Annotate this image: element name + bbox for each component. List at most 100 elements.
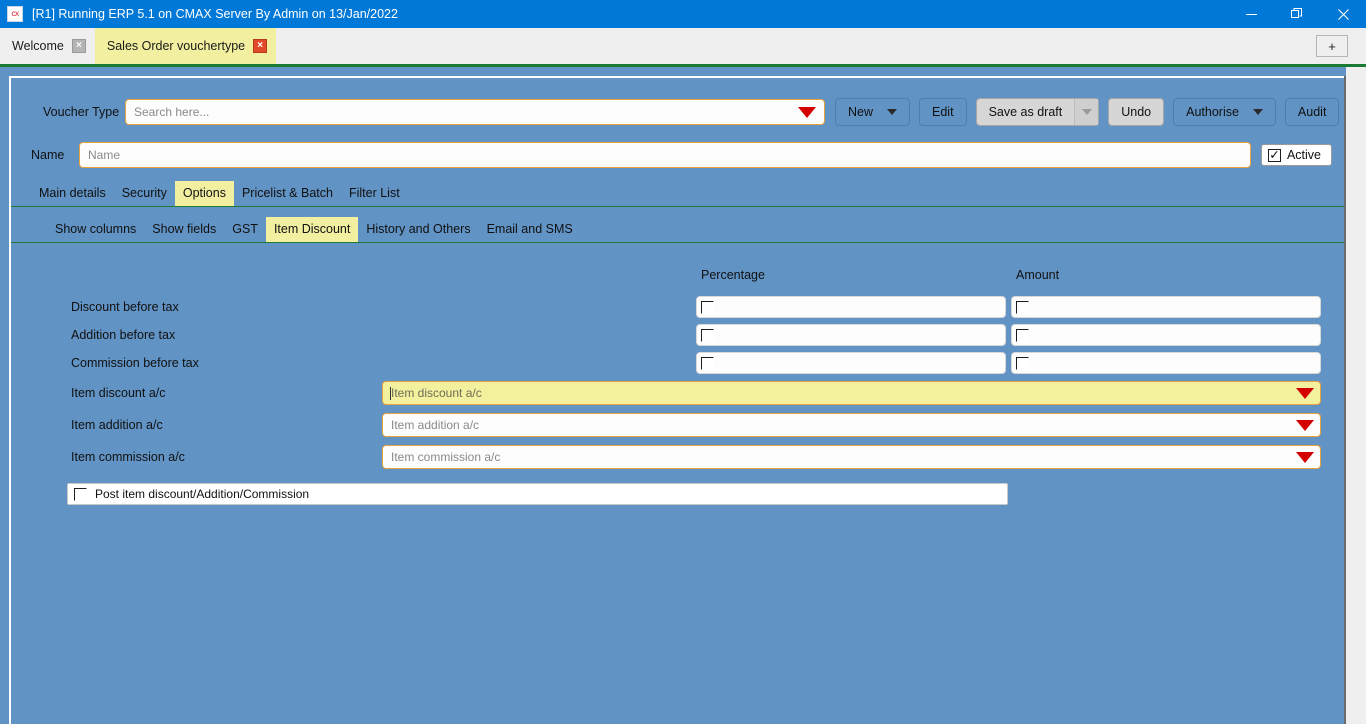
column-headers: Percentage Amount <box>51 265 1332 285</box>
item-discount-ac-row: Item discount a/c Item discount a/c <box>51 377 1332 409</box>
document-tab-welcome[interactable]: Welcome × <box>0 28 95 64</box>
item-commission-ac-row: Item commission a/c Item commission a/c <box>51 441 1332 473</box>
checkbox-icon[interactable] <box>701 356 714 370</box>
voucher-type-row: Voucher Type Search here... New Edit Sav… <box>11 97 1366 127</box>
add-tab-button[interactable]: + <box>1316 35 1348 57</box>
authorise-button[interactable]: Authorise <box>1173 98 1276 126</box>
chevron-down-icon[interactable] <box>1074 99 1099 125</box>
tab-options[interactable]: Options <box>174 181 234 206</box>
tab-pricelist-and-batch[interactable]: Pricelist & Batch <box>234 181 341 206</box>
active-checkbox[interactable]: ✓ Active <box>1260 144 1332 166</box>
tab-main-details[interactable]: Main details <box>31 181 114 206</box>
checkbox-icon[interactable] <box>1016 328 1029 342</box>
addition-before-tax-percentage-input[interactable] <box>696 324 1006 346</box>
subtab-history-and-others[interactable]: History and Others <box>358 217 478 242</box>
toolbar-buttons: New Edit Save as draft Undo Authorise Au… <box>835 98 1366 126</box>
item-discount-ac-label: Item discount a/c <box>71 386 166 400</box>
checkbox-icon[interactable] <box>1016 300 1029 314</box>
item-commission-ac-label: Item commission a/c <box>71 450 185 464</box>
chevron-down-icon[interactable] <box>887 109 898 115</box>
template-button-label: Template <box>1361 105 1366 119</box>
restore-icon[interactable] <box>1274 0 1320 28</box>
audit-button[interactable]: Audit <box>1284 98 1340 126</box>
name-row: Name Name ✓ Active <box>11 141 1346 169</box>
voucher-type-search-input[interactable]: Search here... <box>125 99 825 125</box>
document-tab-label: Sales Order vouchertype <box>106 39 246 53</box>
subtab-show-fields[interactable]: Show fields <box>144 217 224 242</box>
commission-before-tax-row: Commission before tax <box>51 349 1332 377</box>
app-body: Voucher Type Search here... New Edit Sav… <box>0 67 1366 724</box>
save-as-draft-button[interactable]: Save as draft <box>975 98 1100 126</box>
checkbox-icon[interactable] <box>701 300 714 314</box>
form-frame: Voucher Type Search here... New Edit Sav… <box>9 76 1366 724</box>
item-commission-ac-input[interactable]: Item commission a/c <box>382 445 1321 469</box>
main-tab-bar: Main details Security Options Pricelist … <box>11 181 1346 207</box>
authorise-button-label: Authorise <box>1186 105 1239 119</box>
discount-before-tax-percentage-input[interactable] <box>696 296 1006 318</box>
new-button[interactable]: New <box>835 98 911 126</box>
tab-filter-list[interactable]: Filter List <box>341 181 408 206</box>
commission-before-tax-percentage-input[interactable] <box>696 352 1006 374</box>
discount-before-tax-row: Discount before tax <box>51 293 1332 321</box>
chevron-down-icon[interactable] <box>1296 419 1314 431</box>
checkbox-icon[interactable]: ✓ <box>1267 148 1281 162</box>
item-addition-ac-label: Item addition a/c <box>71 418 163 432</box>
active-label: Active <box>1286 148 1321 162</box>
chevron-down-icon[interactable] <box>798 106 816 118</box>
chevron-down-icon[interactable] <box>1296 387 1314 399</box>
voucher-type-placeholder: Search here... <box>134 105 210 119</box>
text-caret <box>390 386 391 400</box>
post-item-discount-label: Post item discount/Addition/Commission <box>95 487 310 501</box>
subtab-gst[interactable]: GST <box>224 217 266 242</box>
post-item-discount-checkbox-row[interactable]: Post item discount/Addition/Commission <box>67 483 1008 505</box>
amount-column-header: Amount <box>1016 268 1060 282</box>
checkbox-icon[interactable] <box>1016 356 1029 370</box>
item-discount-ac-placeholder: Item discount a/c <box>391 386 482 400</box>
name-label: Name <box>31 148 65 162</box>
chevron-down-icon[interactable] <box>1252 109 1263 115</box>
name-placeholder: Name <box>88 148 121 162</box>
edit-button[interactable]: Edit <box>919 98 967 126</box>
discount-before-tax-amount-input[interactable] <box>1011 296 1321 318</box>
checkbox-icon[interactable] <box>701 328 714 342</box>
minimize-icon[interactable] <box>1228 0 1274 28</box>
template-button[interactable]: Template <box>1348 98 1366 126</box>
close-icon[interactable]: × <box>253 39 268 53</box>
commission-before-tax-label: Commission before tax <box>71 356 199 370</box>
document-tab-strip: Welcome × Sales Order vouchertype × + <box>0 28 1366 64</box>
subtab-item-discount[interactable]: Item Discount <box>265 217 359 242</box>
window-title: [R1] Running ERP 5.1 on CMAX Server By A… <box>32 7 398 21</box>
item-discount-ac-input[interactable]: Item discount a/c <box>382 381 1321 405</box>
document-tab-label: Welcome <box>12 39 64 53</box>
close-icon[interactable]: × <box>71 39 86 53</box>
undo-button-label: Undo <box>1121 105 1152 119</box>
commission-before-tax-amount-input[interactable] <box>1011 352 1321 374</box>
audit-button-label: Audit <box>1297 105 1327 119</box>
close-icon[interactable] <box>1320 0 1366 28</box>
item-addition-ac-row: Item addition a/c Item addition a/c <box>51 409 1332 441</box>
item-addition-ac-input[interactable]: Item addition a/c <box>382 413 1321 437</box>
item-commission-ac-placeholder: Item commission a/c <box>391 450 501 464</box>
discount-before-tax-label: Discount before tax <box>71 300 179 314</box>
voucher-type-label: Voucher Type <box>43 105 120 119</box>
save-as-draft-label: Save as draft <box>988 105 1063 119</box>
sub-tab-bar: Show columns Show fields GST Item Discou… <box>11 217 1346 243</box>
chevron-down-icon[interactable] <box>1296 451 1314 463</box>
checkbox-icon[interactable] <box>74 487 87 501</box>
addition-before-tax-amount-input[interactable] <box>1011 324 1321 346</box>
percentage-column-header: Percentage <box>701 268 765 282</box>
window-titlebar: cx [R1] Running ERP 5.1 on CMAX Server B… <box>0 0 1366 28</box>
undo-button[interactable]: Undo <box>1108 98 1165 126</box>
addition-before-tax-row: Addition before tax <box>51 321 1332 349</box>
subtab-email-and-sms[interactable]: Email and SMS <box>479 217 581 242</box>
tab-security[interactable]: Security <box>114 181 175 206</box>
document-tab-sales-order-vouchertype[interactable]: Sales Order vouchertype × <box>94 28 277 64</box>
addition-before-tax-label: Addition before tax <box>71 328 176 342</box>
subtab-show-columns[interactable]: Show columns <box>47 217 144 242</box>
window-controls <box>1228 0 1366 28</box>
item-addition-ac-placeholder: Item addition a/c <box>391 418 480 432</box>
item-discount-form: Percentage Amount Discount before tax Ad… <box>11 265 1346 505</box>
add-tab-area: + <box>1316 28 1366 64</box>
new-button-label: New <box>848 105 874 119</box>
name-input[interactable]: Name <box>79 142 1251 168</box>
